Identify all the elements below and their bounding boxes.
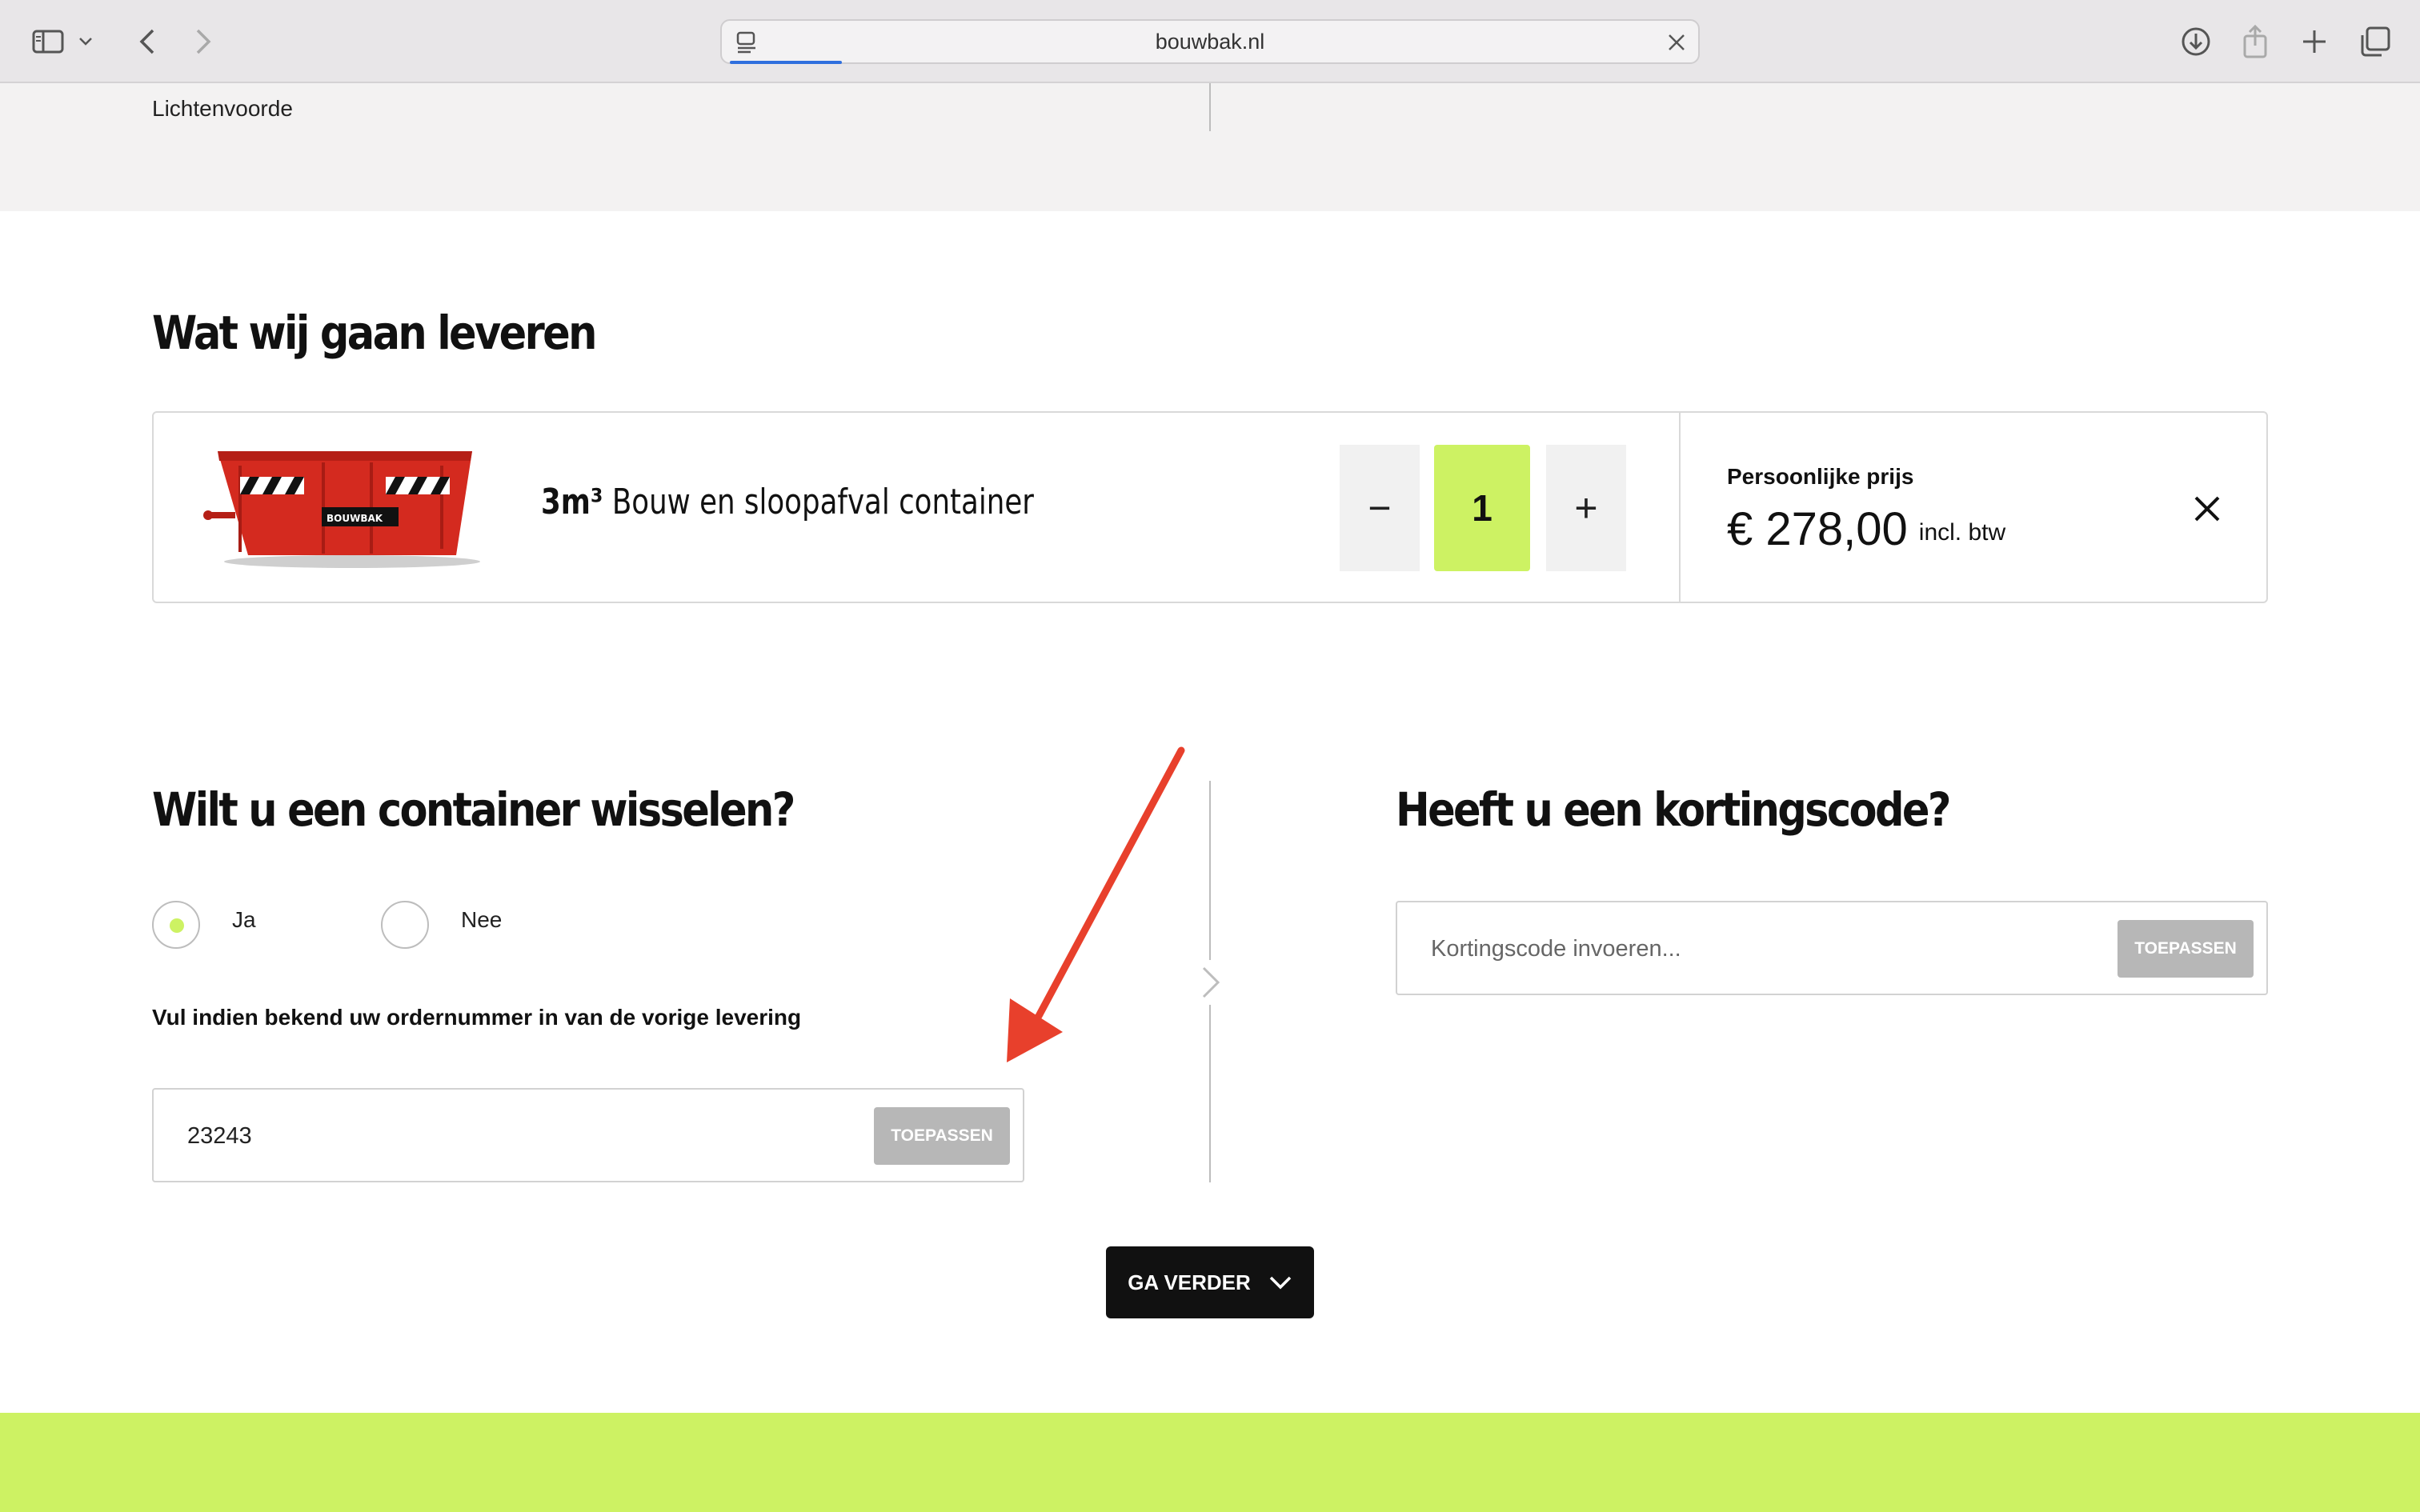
- order-number-input[interactable]: [186, 1114, 794, 1158]
- container-image: BOUWBAK: [203, 451, 480, 568]
- back-icon[interactable]: [126, 21, 168, 62]
- continue-button[interactable]: GA VERDER: [1106, 1246, 1314, 1318]
- quantity-value[interactable]: 1: [1434, 445, 1530, 571]
- container-brand-logo: BOUWBAK: [327, 513, 383, 524]
- delivery-heading: Wat wij gaan leveren: [152, 306, 597, 360]
- radio-nee-label[interactable]: Nee: [461, 907, 502, 933]
- tab-overview-icon[interactable]: [2354, 21, 2396, 62]
- chevron-down-icon: [1269, 1276, 1292, 1290]
- address-summary-strip: Lichtenvoorde: [0, 83, 2420, 211]
- new-tab-icon[interactable]: [2294, 21, 2335, 62]
- discount-code-input[interactable]: [1429, 926, 2037, 971]
- chevron-down-icon[interactable]: [74, 21, 98, 62]
- product-name: 3m³ Bouw en sloopafval container: [541, 482, 1034, 522]
- radio-ja-label[interactable]: Ja: [232, 907, 256, 933]
- order-number-hint: Vul indien bekend uw ordernummer in van …: [152, 1005, 802, 1030]
- swap-heading: Wilt u een container wisselen?: [152, 782, 795, 837]
- remove-product-button[interactable]: [2185, 486, 2230, 531]
- downloads-icon[interactable]: [2175, 21, 2217, 62]
- apply-discount-button[interactable]: TOEPASSEN: [2118, 920, 2254, 978]
- discount-code-field: TOEPASSEN: [1396, 901, 2268, 995]
- price-value: € 278,00: [1727, 503, 1908, 555]
- radio-ja[interactable]: [152, 901, 200, 949]
- order-number-field: TOEPASSEN: [152, 1088, 1024, 1182]
- product-card: BOUWBAK 3m³ Bouw en sloopafval container…: [152, 411, 2268, 603]
- forward-icon[interactable]: [182, 21, 224, 62]
- sidebar-toggle-icon[interactable]: [27, 21, 69, 62]
- url-text: bouwbak.nl: [1155, 29, 1265, 54]
- footer-band: [0, 1413, 2420, 1512]
- vat-note: incl. btw: [1918, 518, 2006, 546]
- delivery-city: Lichtenvoorde: [152, 96, 293, 121]
- discount-heading: Heeft u een kortingscode?: [1396, 782, 1951, 837]
- price-label: Persoonlijke prijs: [1727, 464, 1914, 489]
- radio-nee[interactable]: [381, 901, 429, 949]
- share-icon[interactable]: [2234, 21, 2276, 62]
- card-divider: [1679, 413, 1681, 602]
- apply-order-button[interactable]: TOEPASSEN: [874, 1107, 1010, 1165]
- product-volume: 3m³: [541, 482, 603, 522]
- continue-label: GA VERDER: [1128, 1270, 1251, 1294]
- divider-chevron-icon: [1191, 960, 1229, 1005]
- page-load-progress: [730, 61, 842, 64]
- address-bar[interactable]: bouwbak.nl: [720, 19, 1700, 64]
- stop-loading-icon[interactable]: [1666, 32, 1687, 57]
- price-block: € 278,00 incl. btw: [1727, 502, 2005, 556]
- strip-divider: [1209, 83, 1211, 131]
- product-title: Bouw en sloopafval container: [603, 482, 1034, 522]
- decrease-quantity-button[interactable]: −: [1340, 445, 1420, 571]
- close-icon: [2194, 496, 2220, 522]
- increase-quantity-button[interactable]: +: [1546, 445, 1626, 571]
- browser-toolbar: bouwbak.nl: [0, 0, 2420, 83]
